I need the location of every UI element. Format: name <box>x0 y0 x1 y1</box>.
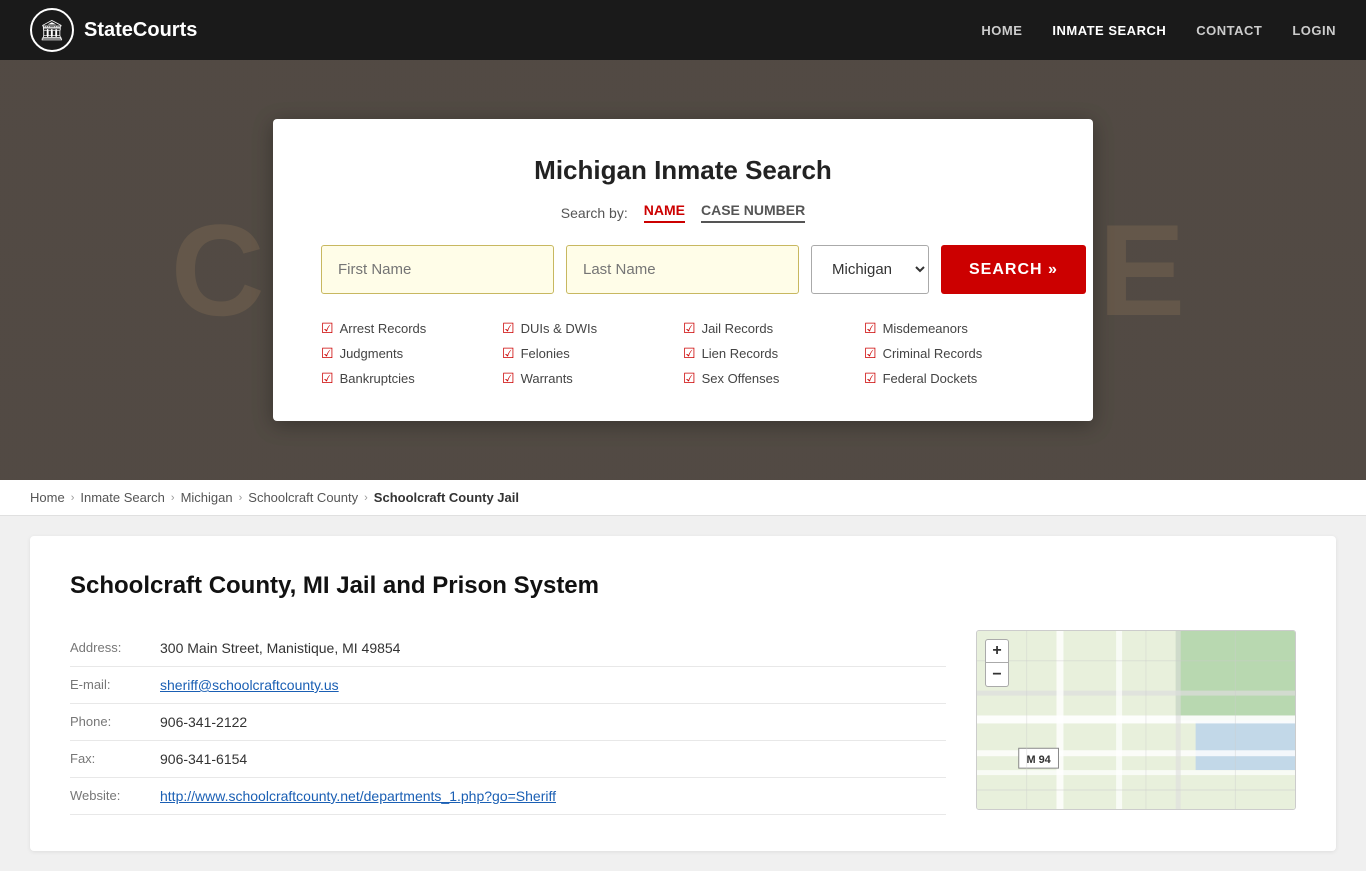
logo-text: StateCourts <box>84 19 197 42</box>
hero-section: COURTHOUSE Michigan Inmate Search Search… <box>0 60 1366 480</box>
table-row-website: Website: http://www.schoolcraftcounty.ne… <box>70 778 946 815</box>
first-name-input[interactable] <box>321 245 554 294</box>
nav-login[interactable]: LOGIN <box>1292 23 1336 38</box>
map-zoom-in[interactable]: + <box>985 639 1009 663</box>
check-icon: ☑ <box>864 320 877 337</box>
logo-icon: 🏛 <box>30 8 74 52</box>
breadcrumb-current: Schoolcraft County Jail <box>374 490 519 505</box>
check-item: ☑ Judgments <box>321 343 502 364</box>
check-item: ☑ Felonies <box>502 343 683 364</box>
fax-value: 906-341-6154 <box>160 741 946 778</box>
check-label: Bankruptcies <box>340 371 415 386</box>
check-label: Misdemeanors <box>883 321 968 336</box>
nav-home[interactable]: HOME <box>981 23 1022 38</box>
check-label: Criminal Records <box>883 346 983 361</box>
check-item: ☑ Warrants <box>502 368 683 389</box>
table-row-address: Address: 300 Main Street, Manistique, MI… <box>70 630 946 667</box>
content-card: Schoolcraft County, MI Jail and Prison S… <box>30 536 1336 851</box>
check-item: ☑ Arrest Records <box>321 318 502 339</box>
svg-text:M 94: M 94 <box>1026 754 1051 766</box>
breadcrumb-schoolcraft-county[interactable]: Schoolcraft County <box>248 490 358 505</box>
address-value: 300 Main Street, Manistique, MI 49854 <box>160 630 946 667</box>
check-item: ☑ Federal Dockets <box>864 368 1045 389</box>
info-table: Address: 300 Main Street, Manistique, MI… <box>70 630 946 815</box>
check-label: Lien Records <box>702 346 779 361</box>
bottom-layout: Address: 300 Main Street, Manistique, MI… <box>70 630 1296 815</box>
check-icon: ☑ <box>321 345 334 362</box>
breadcrumb-sep-1: › <box>71 492 75 504</box>
address-label: Address: <box>70 630 160 667</box>
search-by-row: Search by: NAME CASE NUMBER <box>321 202 1045 223</box>
phone-value: 906-341-2122 <box>160 704 946 741</box>
check-label: Felonies <box>521 346 570 361</box>
breadcrumb-michigan[interactable]: Michigan <box>181 490 233 505</box>
tab-name[interactable]: NAME <box>644 202 685 223</box>
state-select[interactable]: Michigan Alabama Alaska Arizona Californ… <box>811 245 929 294</box>
content-title: Schoolcraft County, MI Jail and Prison S… <box>70 572 1296 600</box>
check-label: Judgments <box>340 346 404 361</box>
check-item: ☑ Lien Records <box>683 343 864 364</box>
map-zoom-out[interactable]: − <box>985 663 1009 687</box>
search-by-label: Search by: <box>561 205 628 221</box>
check-icon: ☑ <box>502 345 515 362</box>
website-value: http://www.schoolcraftcounty.net/departm… <box>160 778 946 815</box>
table-row-fax: Fax: 906-341-6154 <box>70 741 946 778</box>
check-label: DUIs & DWIs <box>521 321 598 336</box>
email-label: E-mail: <box>70 667 160 704</box>
fax-label: Fax: <box>70 741 160 778</box>
check-label: Arrest Records <box>340 321 427 336</box>
check-label: Warrants <box>521 371 573 386</box>
checklist-grid: ☑ Arrest Records ☑ DUIs & DWIs ☑ Jail Records… <box>321 318 1045 389</box>
breadcrumb-sep-2: › <box>171 492 175 504</box>
search-inputs-row: Michigan Alabama Alaska Arizona Californ… <box>321 245 1045 294</box>
email-link[interactable]: sheriff@schoolcraftcounty.us <box>160 677 339 693</box>
check-icon: ☑ <box>502 320 515 337</box>
check-icon: ☑ <box>502 370 515 387</box>
phone-label: Phone: <box>70 704 160 741</box>
map-controls: + − <box>985 639 1009 687</box>
logo[interactable]: 🏛 StateCourts <box>30 8 197 52</box>
check-icon: ☑ <box>683 370 696 387</box>
map-svg: M 94 <box>977 631 1295 810</box>
nav-contact[interactable]: CONTACT <box>1196 23 1262 38</box>
website-label: Website: <box>70 778 160 815</box>
search-card: Michigan Inmate Search Search by: NAME C… <box>273 119 1093 421</box>
check-icon: ☑ <box>864 345 877 362</box>
check-label: Sex Offenses <box>702 371 780 386</box>
check-item: ☑ Jail Records <box>683 318 864 339</box>
table-row-phone: Phone: 906-341-2122 <box>70 704 946 741</box>
map-container: M 94 + − <box>976 630 1296 810</box>
email-value: sheriff@schoolcraftcounty.us <box>160 667 946 704</box>
search-title: Michigan Inmate Search <box>321 155 1045 186</box>
table-row-email: E-mail: sheriff@schoolcraftcounty.us <box>70 667 946 704</box>
check-item: ☑ Sex Offenses <box>683 368 864 389</box>
nav-links: HOME INMATE SEARCH CONTACT LOGIN <box>981 23 1336 38</box>
check-icon: ☑ <box>864 370 877 387</box>
breadcrumb-inmate-search[interactable]: Inmate Search <box>80 490 165 505</box>
main-content: Schoolcraft County, MI Jail and Prison S… <box>0 516 1366 871</box>
breadcrumb-home[interactable]: Home <box>30 490 65 505</box>
check-item: ☑ Misdemeanors <box>864 318 1045 339</box>
search-button[interactable]: SEARCH » <box>941 245 1086 294</box>
check-item: ☑ Bankruptcies <box>321 368 502 389</box>
check-icon: ☑ <box>683 320 696 337</box>
check-icon: ☑ <box>321 370 334 387</box>
check-item: ☑ DUIs & DWIs <box>502 318 683 339</box>
check-label: Jail Records <box>702 321 774 336</box>
check-label: Federal Dockets <box>883 371 978 386</box>
last-name-input[interactable] <box>566 245 799 294</box>
check-icon: ☑ <box>683 345 696 362</box>
top-navigation: 🏛 StateCourts HOME INMATE SEARCH CONTACT… <box>0 0 1366 60</box>
breadcrumb: Home › Inmate Search › Michigan › School… <box>0 480 1366 516</box>
website-link[interactable]: http://www.schoolcraftcounty.net/departm… <box>160 788 556 804</box>
tab-case-number[interactable]: CASE NUMBER <box>701 202 805 223</box>
nav-inmate-search[interactable]: INMATE SEARCH <box>1052 23 1166 38</box>
check-item: ☑ Criminal Records <box>864 343 1045 364</box>
breadcrumb-sep-4: › <box>364 492 368 504</box>
check-icon: ☑ <box>321 320 334 337</box>
info-section: Address: 300 Main Street, Manistique, MI… <box>70 630 946 815</box>
breadcrumb-sep-3: › <box>239 492 243 504</box>
